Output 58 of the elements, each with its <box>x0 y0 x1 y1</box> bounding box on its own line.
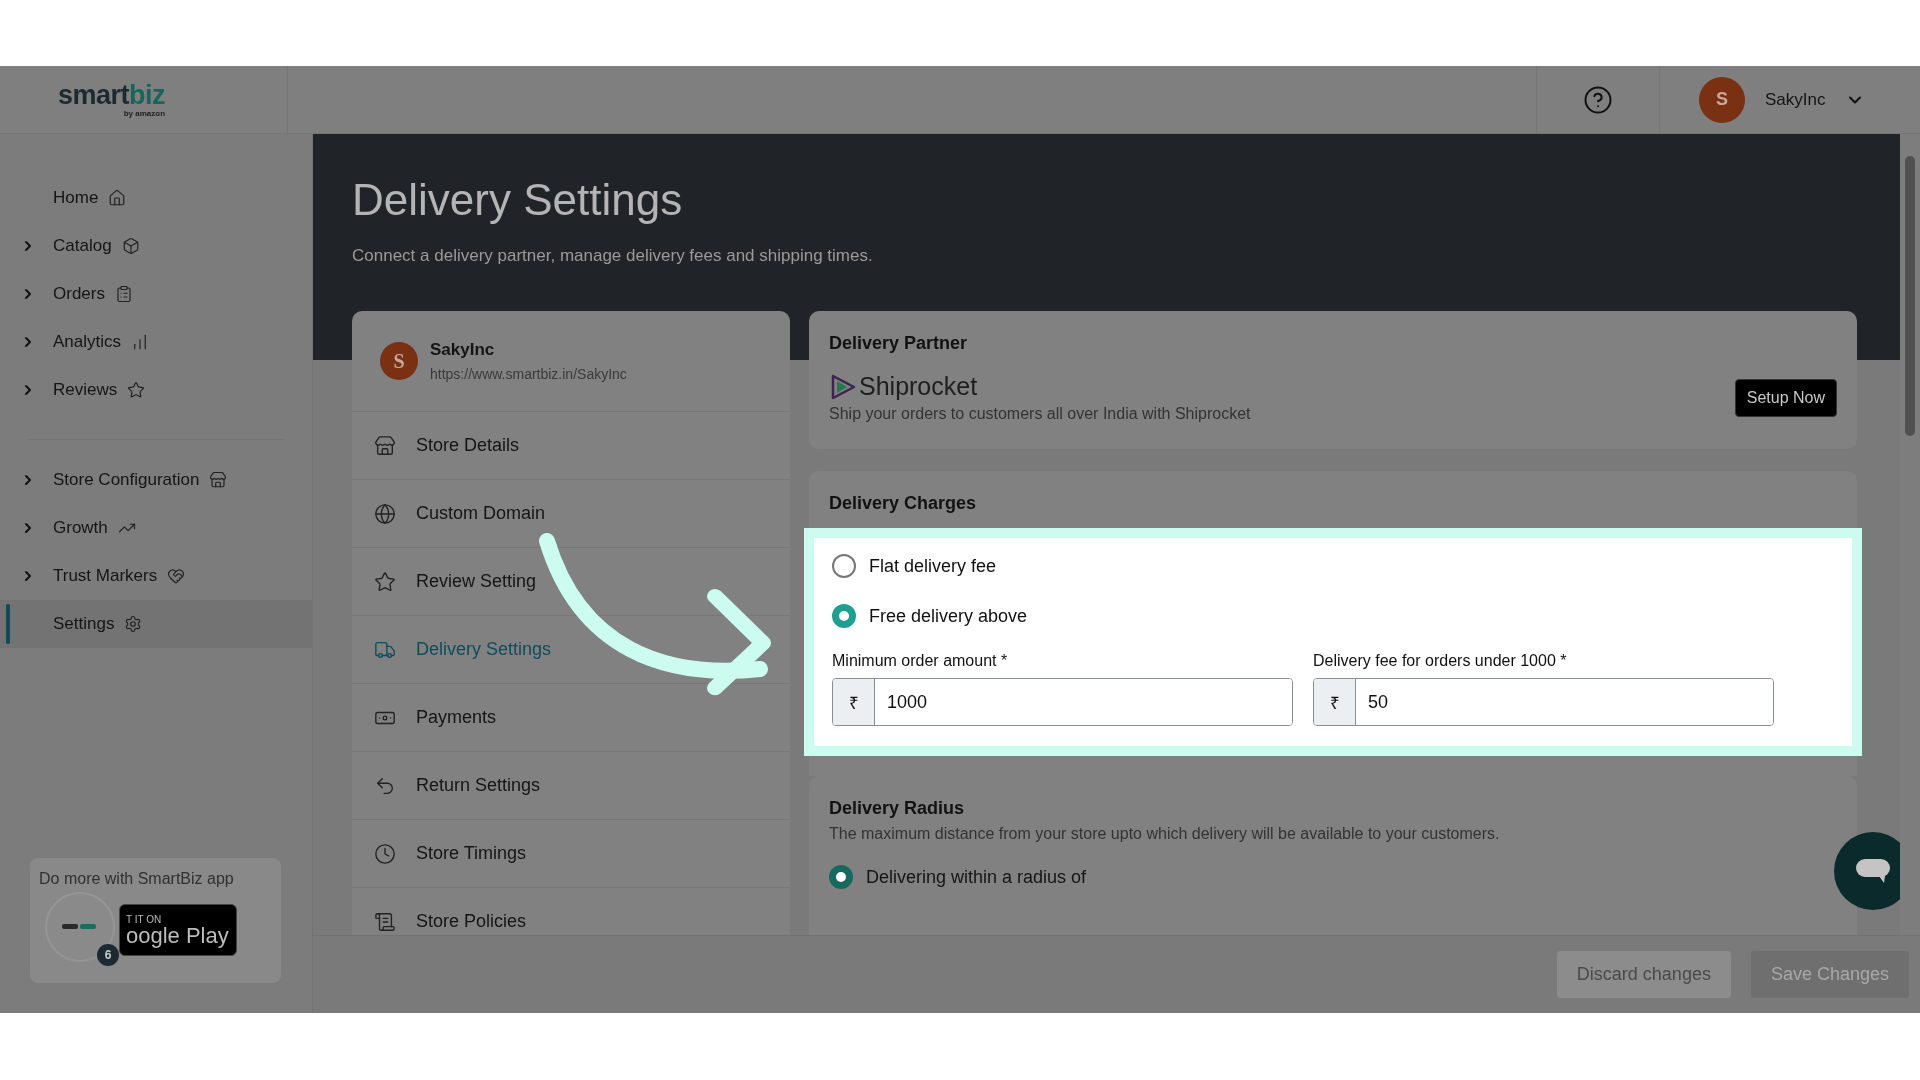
play-logo-icon <box>829 372 857 401</box>
clock-icon <box>374 842 396 865</box>
sidebar-item[interactable]: Catalog <box>0 222 312 270</box>
partner-description: Ship your orders to customers all over India with Shiprocket <box>829 405 1251 423</box>
settings-menu-item[interactable]: Return Settings <box>352 751 790 819</box>
sidebar-item[interactable]: Settings <box>0 600 312 648</box>
globe-icon <box>374 502 396 525</box>
sidebar-item[interactable]: Orders <box>0 270 312 318</box>
notification-count: 6 <box>97 944 119 966</box>
settings-menu-item[interactable]: Review Setting <box>352 547 790 615</box>
settings-menu-item[interactable]: Custom Domain <box>352 479 790 547</box>
settings-icon <box>124 615 143 633</box>
promo-text: Do more with SmartBiz app <box>39 870 235 888</box>
radius-description: The maximum distance from your store upto which delivery will be available to your customers. <box>829 825 1501 843</box>
sidebar-item[interactable]: Trust Markers <box>0 552 312 600</box>
user-name[interactable]: SakyInc <box>1765 89 1826 110</box>
box-icon <box>121 237 140 255</box>
house-icon <box>108 189 127 207</box>
amount-field[interactable]: ₹ 1000 <box>832 678 1293 726</box>
store-name: SakyInc <box>430 340 496 360</box>
store-icon <box>209 471 228 489</box>
sidebar-item[interactable]: Home <box>0 174 312 222</box>
radio-button[interactable] <box>832 554 856 578</box>
user-avatar[interactable]: S <box>1699 76 1745 123</box>
field-label: Delivery fee for orders under 1000 * <box>1313 652 1568 670</box>
card-title: Delivery Charges <box>829 493 978 514</box>
store-icon <box>374 434 396 457</box>
settings-menu-item[interactable]: Delivery Settings <box>352 615 790 683</box>
google-play-badge[interactable]: T IT ON oogle Play <box>119 904 237 956</box>
card-title: Delivery Partner <box>829 333 969 354</box>
page-subtitle: Connect a delivery partner, manage delivery fees and shipping times. <box>352 246 874 266</box>
settings-menu-item[interactable]: Payments <box>352 683 790 751</box>
radio-button[interactable] <box>832 604 856 628</box>
store-url[interactable]: https://www.smartbiz.in/SakyInc <box>430 366 627 382</box>
sidebar-item[interactable]: Reviews <box>0 366 312 414</box>
smartbiz-logo: smartbiz by amazon <box>58 81 166 118</box>
page-title: Delivery Settings <box>352 174 684 226</box>
help-icon[interactable] <box>1583 84 1613 115</box>
radio-label[interactable]: Free delivery above <box>869 605 1028 627</box>
radio-label[interactable]: Flat delivery fee <box>869 555 997 577</box>
radio-label[interactable]: Delivering within a radius of <box>866 866 1087 888</box>
field-label: Minimum order amount * <box>832 652 1009 670</box>
brand-name: Shiprocket <box>859 372 978 401</box>
clipboard-icon <box>114 285 133 303</box>
settings-menu-item[interactable]: Store Timings <box>352 819 790 887</box>
star-icon <box>127 381 146 399</box>
radio-button[interactable] <box>829 865 853 889</box>
setup-button[interactable]: Setup Now <box>1734 378 1837 417</box>
star-icon <box>374 570 396 593</box>
heart-handshake-icon <box>167 567 186 585</box>
card-title: Delivery Radius <box>829 798 966 819</box>
sidebar-item[interactable]: Store Configuration <box>0 456 312 504</box>
amount-field[interactable]: ₹ 50 <box>1313 678 1774 726</box>
store-avatar: S <box>380 342 418 380</box>
scroll-icon <box>374 910 396 933</box>
sidebar-item[interactable]: Analytics <box>0 318 312 366</box>
sidebar-item[interactable]: Growth <box>0 504 312 552</box>
settings-menu-item[interactable]: Store Details <box>352 411 790 479</box>
